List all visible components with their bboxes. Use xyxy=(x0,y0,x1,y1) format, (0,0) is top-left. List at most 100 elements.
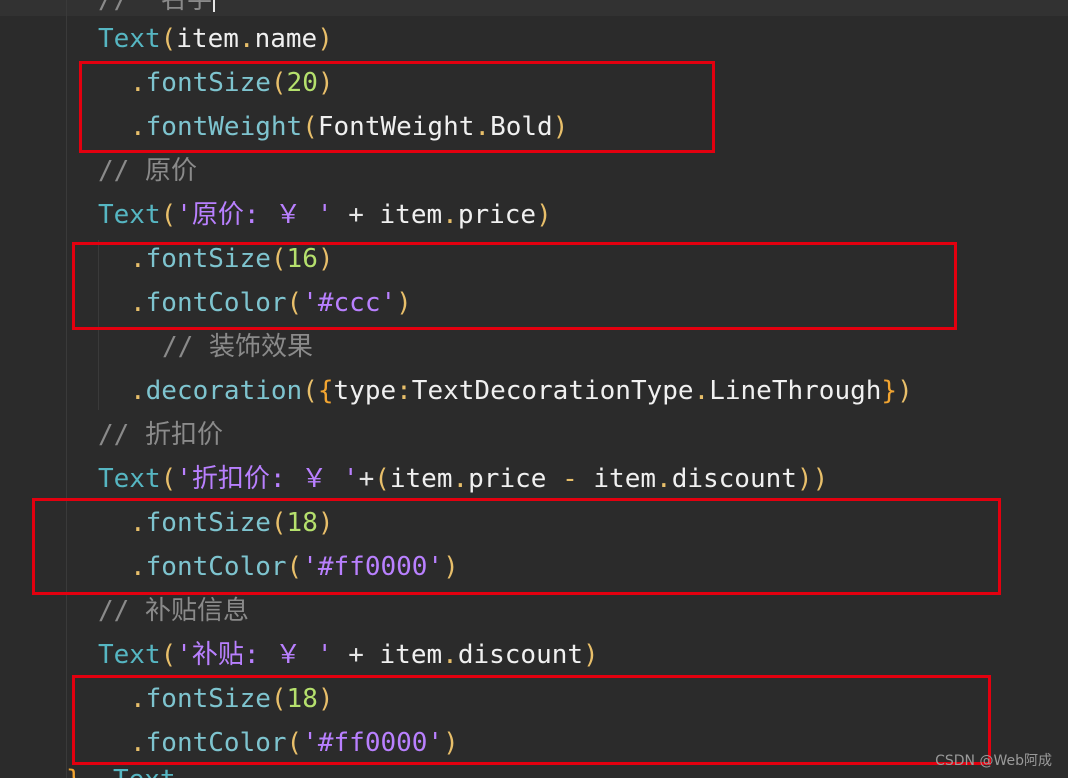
code-token: // xyxy=(98,0,161,15)
code-token: . xyxy=(130,508,146,538)
code-token: '原价: ￥ ' xyxy=(176,200,333,230)
code-token: Text xyxy=(98,24,161,54)
code-token: . xyxy=(130,244,146,274)
code-token: decoration xyxy=(145,376,303,406)
code-line[interactable]: } Text... xyxy=(66,758,223,778)
code-line[interactable]: Text('补贴: ￥ ' + item.discount) xyxy=(98,633,599,677)
watermark: CSDN @Web阿成 xyxy=(935,753,1052,769)
code-token: item xyxy=(379,200,443,230)
text-caret xyxy=(212,0,215,12)
code-token: . xyxy=(130,728,146,758)
code-line[interactable]: // 折扣价 xyxy=(98,413,223,457)
code-token: . xyxy=(130,112,146,142)
code-token: 20 xyxy=(286,68,318,98)
code-token: ( xyxy=(270,508,287,538)
code-token: ( xyxy=(160,464,177,494)
code-token: price xyxy=(457,200,537,230)
code-token: 18 xyxy=(286,508,318,538)
code-token: price xyxy=(468,464,547,494)
code-token: + xyxy=(332,640,380,670)
code-token: . xyxy=(130,376,146,406)
code-token: // 原价 xyxy=(98,156,197,186)
code-line[interactable]: Text('折扣价: ￥ '+(item.price - item.discou… xyxy=(98,457,828,501)
code-token: 名字 xyxy=(160,0,213,15)
code-token: ( xyxy=(374,464,390,494)
code-line[interactable]: .fontSize(18) xyxy=(130,677,334,721)
code-token: fontWeight xyxy=(145,112,303,142)
code-line[interactable]: // 原价 xyxy=(98,149,197,193)
code-token: Text xyxy=(98,464,161,494)
code-token: item xyxy=(379,640,443,670)
code-token: // 折扣价 xyxy=(98,420,223,450)
code-token: '补贴: ￥ ' xyxy=(176,640,333,670)
code-token: 18 xyxy=(286,684,318,714)
code-token: 16 xyxy=(286,244,318,274)
code-token: ) xyxy=(317,24,333,54)
code-line[interactable]: .fontSize(20) xyxy=(130,61,334,105)
code-token: fontSize xyxy=(145,244,271,274)
code-token: . xyxy=(130,288,146,318)
code-editor[interactable]: // 名字 Text(item.name) .fontSize(20) .fon… xyxy=(0,0,1068,778)
code-line[interactable]: .fontColor('#ff0000') xyxy=(130,545,459,589)
code-line[interactable]: .fontWeight(FontWeight.Bold) xyxy=(130,105,568,149)
code-token: ( xyxy=(302,112,318,142)
code-line[interactable]: // 补贴信息 xyxy=(98,589,249,633)
code-token: ) xyxy=(317,68,334,98)
code-token: . xyxy=(452,464,469,494)
indent-guide xyxy=(98,240,99,410)
code-token: ( xyxy=(302,376,318,406)
code-token: FontWeight xyxy=(317,112,475,142)
code-token: . xyxy=(130,684,146,714)
code-line[interactable]: Text('原价: ￥ ' + item.price) xyxy=(98,193,552,237)
code-token: ( xyxy=(270,244,287,274)
code-token: } xyxy=(66,765,82,778)
code-token: ... xyxy=(176,765,223,778)
code-token: fontColor xyxy=(145,552,287,582)
code-token: . xyxy=(442,200,458,230)
code-token: // 补贴信息 xyxy=(98,596,249,626)
code-token: ) xyxy=(317,508,334,538)
code-token: '#ccc' xyxy=(302,288,397,318)
code-token: ) xyxy=(536,200,552,230)
code-line[interactable]: // 装饰效果 xyxy=(162,325,313,369)
code-token: fontSize xyxy=(145,684,271,714)
code-token: . xyxy=(130,68,146,98)
code-token: Text xyxy=(98,200,161,230)
code-line[interactable]: .fontSize(18) xyxy=(130,501,334,545)
code-token: ) xyxy=(583,640,599,670)
code-token: ) xyxy=(897,376,913,406)
indent-guide xyxy=(66,0,67,778)
code-token: '#ff0000' xyxy=(302,728,444,758)
code-token: fontColor xyxy=(145,288,287,318)
code-token: + xyxy=(358,464,375,494)
code-token: . xyxy=(238,24,255,54)
code-token: ( xyxy=(160,200,177,230)
code-line[interactable]: .fontColor('#ccc') xyxy=(130,281,412,325)
code-token: item xyxy=(389,464,453,494)
code-token: fontSize xyxy=(145,508,271,538)
code-line[interactable]: Text(item.name) xyxy=(98,17,333,61)
code-token: Bold xyxy=(490,112,553,142)
code-token: . xyxy=(442,640,458,670)
code-line[interactable]: .fontSize(16) xyxy=(130,237,334,281)
code-token: ( xyxy=(286,288,303,318)
code-token: '折扣价: ￥ ' xyxy=(176,464,359,494)
code-token: fontSize xyxy=(145,68,271,98)
code-token: TextDecorationType xyxy=(411,376,694,406)
code-token: . xyxy=(474,112,491,142)
code-token: ( xyxy=(270,684,287,714)
code-token: ) xyxy=(317,684,334,714)
code-token: item xyxy=(176,24,239,54)
code-token: . xyxy=(130,552,146,582)
code-token: LineThrough xyxy=(709,376,882,406)
code-token: ) xyxy=(552,112,569,142)
code-token: discount xyxy=(671,464,797,494)
code-line[interactable]: .decoration({type:TextDecorationType.Lin… xyxy=(130,369,913,413)
code-token: { xyxy=(317,376,334,406)
code-token: )) xyxy=(796,464,829,494)
code-token: Text xyxy=(98,640,161,670)
code-token: + xyxy=(332,200,380,230)
code-token: type xyxy=(333,376,397,406)
code-token: ) xyxy=(443,552,459,582)
